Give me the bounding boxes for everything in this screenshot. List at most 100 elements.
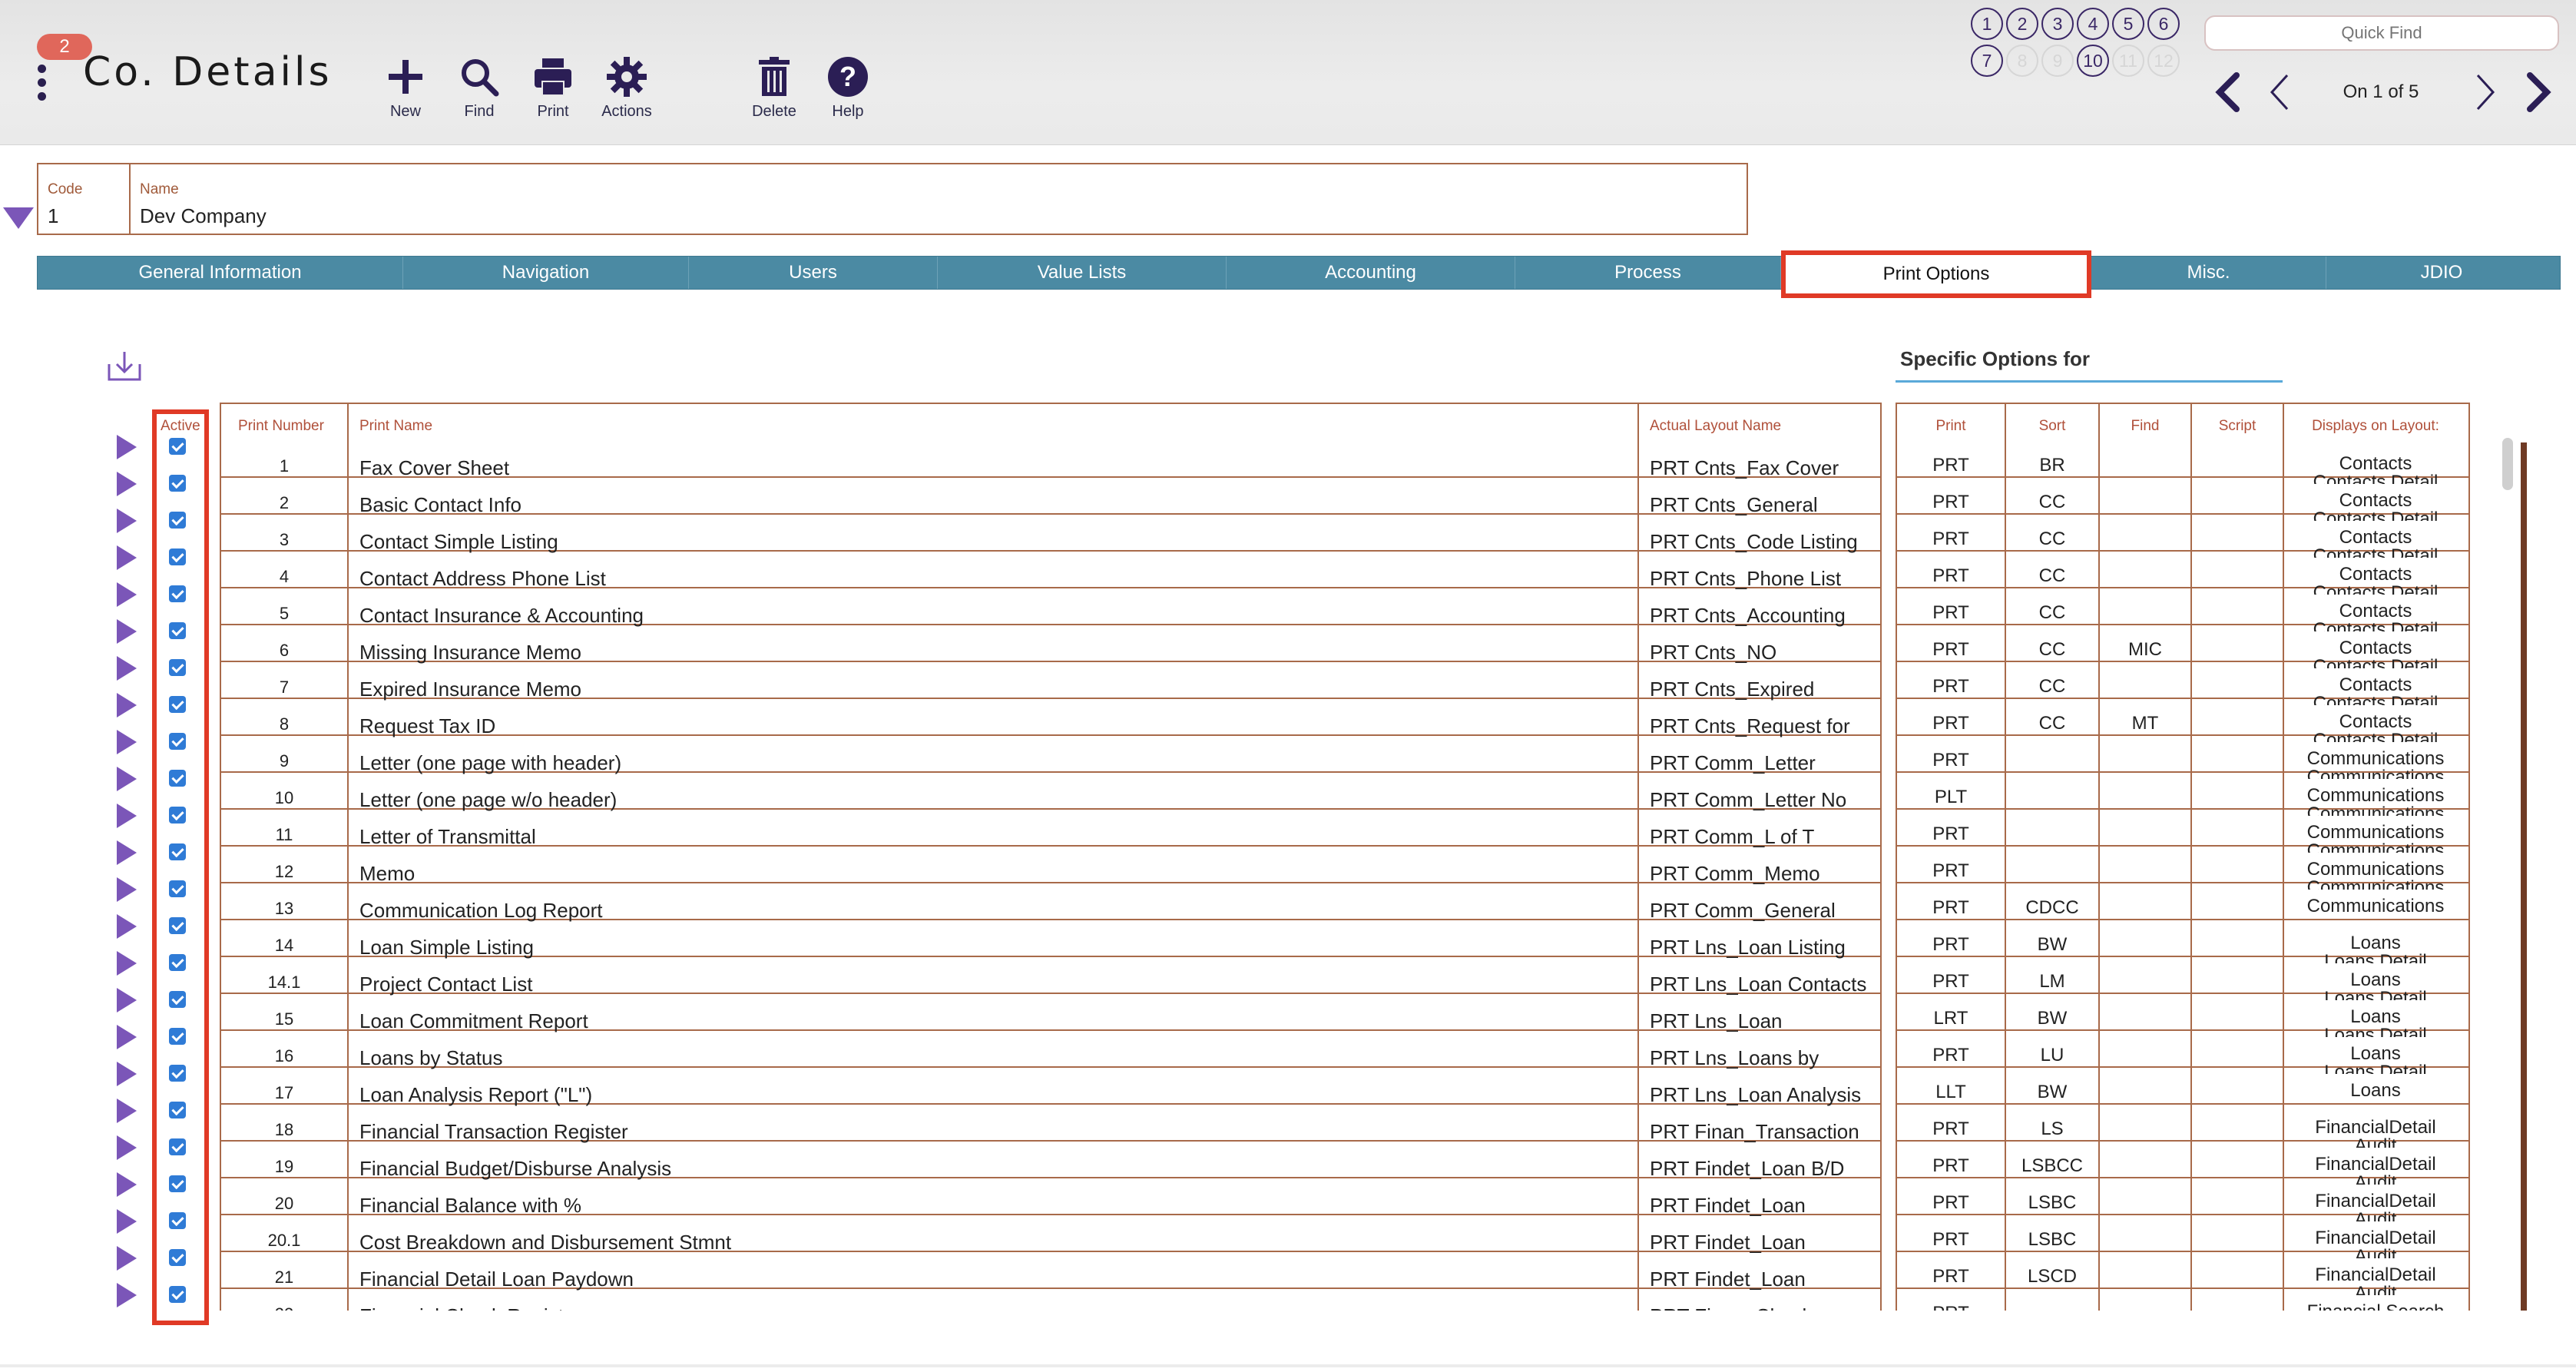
active-checkbox[interactable]	[169, 1028, 186, 1045]
print-name-cell[interactable]: Contact Simple Listing	[359, 530, 1627, 554]
table-row[interactable]: 18 Financial Transaction Register PRT Fina…	[221, 1105, 1880, 1144]
print-cell[interactable]: PRT	[1897, 860, 2005, 882]
layout-name-cell[interactable]: PRT Lns_Loan	[1650, 1009, 1877, 1033]
options-row[interactable]: PLT Communications Communications	[1897, 773, 2468, 816]
window-5-button[interactable]: 5	[2112, 8, 2144, 40]
layout-name-cell[interactable]: PRT Lns_Loan Analysis	[1650, 1083, 1877, 1107]
layout-name-cell[interactable]: PRT Finan_Transaction	[1650, 1120, 1877, 1144]
print-cell[interactable]: PRT	[1897, 676, 2005, 698]
window-9-button[interactable]: 9	[2041, 45, 2074, 77]
sort-cell[interactable]: LSBC	[2006, 1229, 2098, 1251]
options-row[interactable]: PRT BW Loans Loans Detail	[1897, 920, 2468, 963]
options-row[interactable]: PRT LU Loans Loans Detail	[1897, 1031, 2468, 1074]
table-row[interactable]: 19 Financial Budget/Disburse Analysis PRT …	[221, 1142, 1880, 1180]
last-record-button[interactable]	[2519, 69, 2558, 115]
find-button[interactable]: Find	[441, 55, 518, 121]
sort-cell[interactable]: CC	[2006, 713, 2098, 734]
print-name-cell[interactable]: Letter (one page with header)	[359, 751, 1627, 775]
active-checkbox[interactable]	[169, 1212, 186, 1229]
sort-cell[interactable]: CC	[2006, 639, 2098, 661]
new-button[interactable]: New	[367, 55, 444, 121]
print-name-cell[interactable]: Financial Check Register	[359, 1304, 1627, 1311]
layout-name-cell[interactable]: PRT Lns_Loans by	[1650, 1046, 1877, 1070]
row-go-arrow-icon[interactable]	[117, 545, 137, 570]
displays-cell[interactable]: Financial Search	[2284, 1303, 2467, 1311]
sort-cell[interactable]: CC	[2006, 565, 2098, 587]
layout-name-cell[interactable]: PRT Comm_Memo	[1650, 862, 1877, 886]
active-checkbox[interactable]	[169, 585, 186, 602]
print-cell[interactable]: PRT	[1897, 1192, 2005, 1214]
sort-cell[interactable]: LS	[2006, 1118, 2098, 1140]
previous-record-button[interactable]	[2261, 69, 2300, 115]
sort-cell[interactable]: CDCC	[2006, 897, 2098, 919]
table-row[interactable]: 14 Loan Simple Listing PRT Lns_Loan Listin…	[221, 920, 1880, 959]
tab-users[interactable]: Users	[689, 257, 938, 289]
sort-cell[interactable]: CC	[2006, 492, 2098, 513]
window-6-button[interactable]: 6	[2147, 8, 2180, 40]
layout-name-cell[interactable]: PRT Cnts_General	[1650, 493, 1877, 517]
active-checkbox[interactable]	[169, 807, 186, 824]
sort-cell[interactable]: BW	[2006, 1082, 2098, 1103]
layout-name-cell[interactable]: PRT Findet_Loan	[1650, 1268, 1877, 1291]
print-name-cell[interactable]: Communication Log Report	[359, 899, 1627, 923]
print-cell[interactable]: PRT	[1897, 602, 2005, 624]
print-name-cell[interactable]: Financial Transaction Register	[359, 1120, 1627, 1144]
options-row[interactable]: PRT LSBCC FinancialDetail Audit	[1897, 1142, 2468, 1185]
table-row[interactable]: 5 Contact Insurance & Accounting PRT Cnts_…	[221, 588, 1880, 627]
row-go-arrow-icon[interactable]	[117, 804, 137, 828]
row-go-arrow-icon[interactable]	[117, 767, 137, 791]
options-row[interactable]: PRT LM Loans Loans Detail	[1897, 957, 2468, 1000]
layout-name-cell[interactable]: PRT Comm_L of T	[1650, 825, 1877, 849]
row-go-arrow-icon[interactable]	[117, 1062, 137, 1086]
table-row[interactable]: 2 Basic Contact Info PRT Cnts_General	[221, 478, 1880, 517]
sort-cell[interactable]: BR	[2006, 455, 2098, 476]
help-button[interactable]: ? Help	[810, 55, 886, 121]
active-checkbox[interactable]	[169, 475, 186, 492]
print-name-cell[interactable]: Cost Breakdown and Disbursement Stmnt	[359, 1231, 1627, 1254]
options-row[interactable]: PRT CDCC Communications	[1897, 883, 2468, 920]
sort-cell[interactable]: LU	[2006, 1045, 2098, 1066]
print-name-cell[interactable]: Letter (one page w/o header)	[359, 788, 1627, 812]
table-row[interactable]: 8 Request Tax ID PRT Cnts_Request for	[221, 699, 1880, 737]
options-row[interactable]: PRT Communications Communications	[1897, 847, 2468, 890]
layout-name-cell[interactable]: PRT Lns_Loan Listing	[1650, 936, 1877, 959]
options-row[interactable]: PRT LSBC FinancialDetail Audit	[1897, 1178, 2468, 1221]
active-checkbox[interactable]	[169, 622, 186, 639]
table-row[interactable]: 11 Letter of Transmittal PRT Comm_L of T	[221, 810, 1880, 849]
table-row[interactable]: 14.1 Project Contact List PRT Lns_Loan Con…	[221, 957, 1880, 996]
print-cell[interactable]: PRT	[1897, 1155, 2005, 1177]
active-checkbox[interactable]	[169, 917, 186, 934]
name-field[interactable]: Name Dev Company	[131, 164, 1743, 234]
row-go-arrow-icon[interactable]	[117, 1283, 137, 1307]
table-row[interactable]: 17 Loan Analysis Report ("L") PRT Lns_Loan…	[221, 1068, 1880, 1107]
options-row[interactable]: PRT LS FinancialDetail Audit	[1897, 1105, 2468, 1148]
print-name-cell[interactable]: Memo	[359, 862, 1627, 886]
print-cell[interactable]: PRT	[1897, 897, 2005, 919]
print-cell[interactable]: PRT	[1897, 1229, 2005, 1251]
options-row[interactable]: PRT Communications Communications	[1897, 736, 2468, 779]
print-name-cell[interactable]: Loan Commitment Report	[359, 1009, 1627, 1033]
row-go-arrow-icon[interactable]	[117, 1172, 137, 1197]
options-row[interactable]: PRT Communications Communications	[1897, 810, 2468, 853]
layout-name-cell[interactable]: PRT Cnts_Code Listing	[1650, 530, 1877, 554]
print-cell[interactable]: PRT	[1897, 1266, 2005, 1287]
table-row[interactable]: 13 Communication Log Report PRT Comm_Gener…	[221, 883, 1880, 923]
find-cell[interactable]: MT	[2100, 713, 2190, 734]
options-row[interactable]: PRT CC Contacts Contacts Detail	[1897, 662, 2468, 705]
layout-name-cell[interactable]: PRT Cnts_Phone List	[1650, 567, 1877, 591]
sort-cell[interactable]: CC	[2006, 676, 2098, 698]
active-checkbox[interactable]	[169, 659, 186, 676]
table-row[interactable]: 16 Loans by Status PRT Lns_Loans by	[221, 1031, 1880, 1070]
print-name-cell[interactable]: Loans by Status	[359, 1046, 1627, 1070]
find-cell[interactable]: MIC	[2100, 639, 2190, 661]
layout-name-cell[interactable]: PRT Cnts_Expired	[1650, 678, 1877, 701]
print-name-cell[interactable]: Letter of Transmittal	[359, 825, 1627, 849]
active-checkbox[interactable]	[169, 1138, 186, 1155]
layout-name-cell[interactable]: PRT Finan_Check	[1650, 1304, 1877, 1311]
window-8-button[interactable]: 8	[2006, 45, 2038, 77]
sort-cell[interactable]: CC	[2006, 602, 2098, 624]
active-checkbox[interactable]	[169, 1175, 186, 1192]
layout-name-cell[interactable]: PRT Comm_General	[1650, 899, 1877, 923]
row-go-arrow-icon[interactable]	[117, 509, 137, 533]
print-cell[interactable]: PRT	[1897, 971, 2005, 993]
